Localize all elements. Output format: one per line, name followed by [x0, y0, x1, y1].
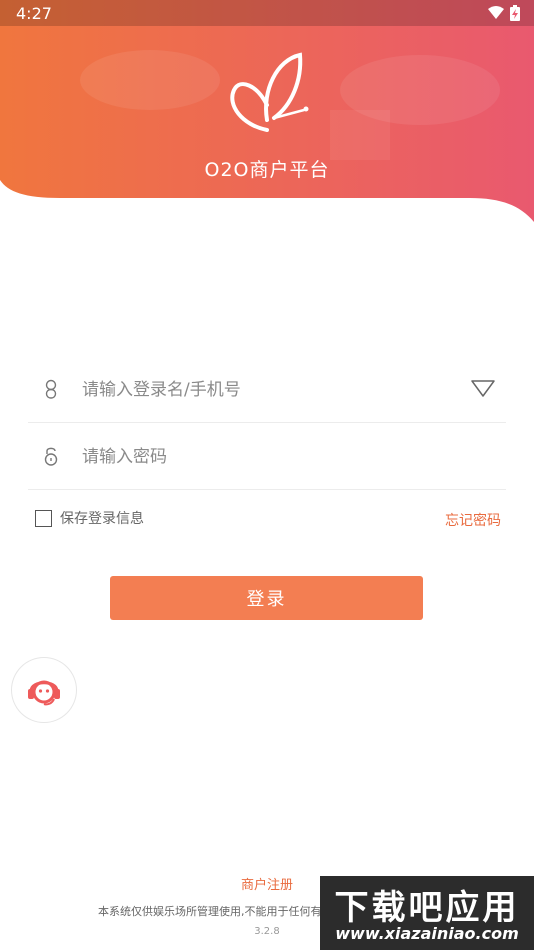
account-dropdown-icon[interactable] — [470, 378, 496, 400]
remember-label: 保存登录信息 — [60, 511, 144, 527]
password-input[interactable] — [80, 439, 444, 475]
watermark-url: www.xiazainiao.com — [335, 924, 519, 943]
status-time: 4:27 — [16, 4, 52, 23]
app-title: O2O商户平台 — [204, 159, 330, 181]
watermark-badge: 下载吧应用 www.xiazainiao.com — [320, 876, 534, 950]
watermark-title: 下载吧应用 — [334, 888, 520, 928]
butterfly-logo — [230, 52, 309, 132]
lock-icon — [44, 447, 58, 466]
customer-service-icon — [28, 680, 60, 706]
password-field-row — [28, 423, 506, 490]
login-button[interactable]: 登录 — [110, 576, 423, 620]
disclaimer-text: 本系统仅供娱乐场所管理使用,不能用于任何有 — [98, 905, 322, 918]
customer-service-button[interactable] — [12, 658, 76, 722]
username-field-row — [28, 356, 506, 423]
forgot-password-link[interactable]: 忘记密码 — [445, 510, 501, 530]
username-input[interactable] — [80, 372, 444, 408]
wifi-icon — [488, 6, 504, 19]
remember-checkbox[interactable] — [35, 509, 52, 527]
remember-login-toggle[interactable]: 保存登录信息 — [35, 508, 144, 528]
user-icon — [45, 379, 57, 399]
battery-charging-icon — [510, 5, 520, 21]
status-bar: 4:27 — [0, 0, 534, 26]
header-banner: 4:27 O2O商户平台 — [0, 0, 534, 240]
